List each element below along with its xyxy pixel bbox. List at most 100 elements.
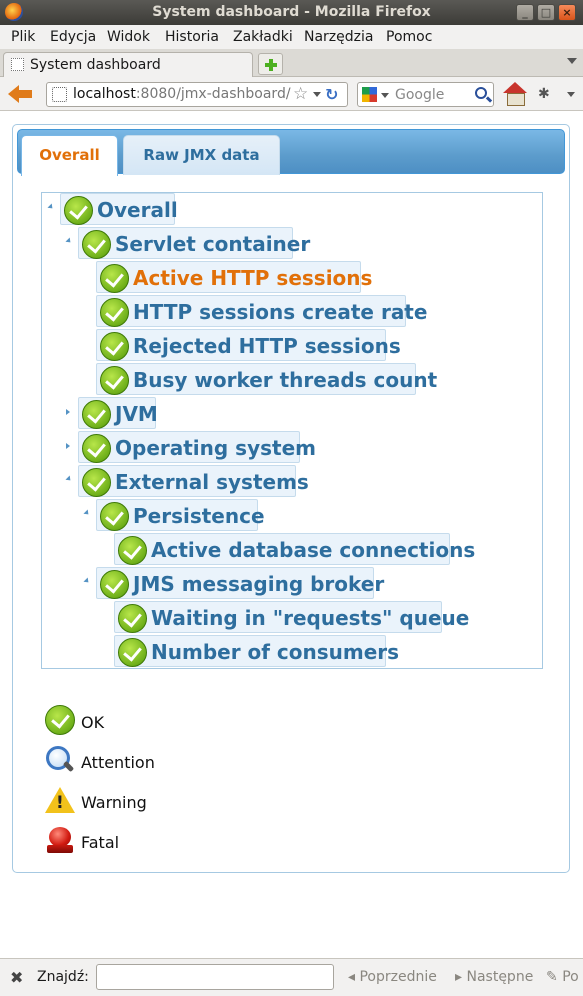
ok-icon	[45, 705, 75, 735]
tree-node[interactable]: Servlet container	[64, 227, 310, 259]
tree-node-anchor[interactable]: Waiting in "requests" queue	[114, 601, 469, 633]
google-engine-icon[interactable]	[362, 87, 377, 102]
url-history-dropdown-icon[interactable]	[313, 92, 321, 97]
legend-label: Fatal	[81, 833, 120, 852]
tree-node-anchor[interactable]: HTTP sessions create rate	[96, 295, 427, 327]
tree-node-anchor[interactable]: Busy worker threads count	[96, 363, 437, 395]
menu-zakladki[interactable]: Zakładki	[233, 29, 293, 45]
expanded-arrow-icon[interactable]	[83, 509, 91, 517]
menu-bar: Plik Edycja Widok Historia Zakładki Narz…	[0, 25, 583, 50]
tree-node-label: Active database connections	[151, 538, 476, 562]
legend-label: Warning	[81, 793, 147, 812]
tree-node[interactable]: External systems	[64, 465, 309, 497]
tree-node[interactable]: Active HTTP sessions	[82, 261, 372, 293]
menu-widok[interactable]: Widok	[107, 29, 150, 45]
close-find-bar-icon[interactable]: ✖	[10, 968, 23, 987]
menu-plik[interactable]: Plik	[11, 29, 35, 45]
tree-node-anchor[interactable]: Persistence	[96, 499, 265, 531]
tree-node[interactable]: Number of consumers	[100, 635, 399, 667]
legend-ok: OK	[45, 705, 245, 737]
menu-pomoc[interactable]: Pomoc	[386, 29, 432, 45]
url-rest: :8080/jmx-dashboard/	[135, 86, 291, 102]
tree-node[interactable]: Persistence	[82, 499, 266, 531]
expanded-arrow-icon[interactable]	[83, 577, 91, 585]
tree-node[interactable]: Waiting in "requests" queue	[100, 601, 469, 633]
tree-node-label: JMS messaging broker	[133, 572, 385, 596]
search-box[interactable]: Google	[357, 82, 494, 107]
tree-node-label: Number of consumers	[151, 640, 400, 664]
tree-node-label: Servlet container	[115, 232, 311, 256]
window-titlebar: System dashboard - Mozilla Firefox _ □ ×	[0, 0, 583, 25]
menu-narzedzia[interactable]: Narzędzia	[304, 29, 373, 45]
tree-node-anchor[interactable]: Number of consumers	[114, 635, 399, 667]
menu-historia[interactable]: Historia	[165, 29, 219, 45]
expanded-arrow-icon[interactable]	[65, 475, 73, 483]
tree-node[interactable]: Active database connections	[100, 533, 475, 565]
tab-list-chevron-icon[interactable]	[567, 58, 577, 64]
tree-node-label: Rejected HTTP sessions	[133, 334, 401, 358]
tree-node[interactable]: HTTP sessions create rate	[82, 295, 427, 327]
tree-node[interactable]: JVM	[64, 397, 164, 429]
ok-status-icon	[82, 434, 111, 463]
home-icon[interactable]	[503, 82, 527, 106]
highlight-label: Po	[562, 969, 579, 985]
expanded-arrow-icon[interactable]	[47, 203, 55, 211]
tree-node-anchor[interactable]: JVM	[78, 397, 158, 429]
tree-node[interactable]: Overall	[46, 193, 183, 225]
tab-raw-jmx-data[interactable]: Raw JMX data	[123, 135, 280, 175]
search-icon[interactable]	[475, 87, 487, 99]
legend-attention: Attention	[45, 745, 245, 777]
tree-node-anchor[interactable]: Active database connections	[114, 533, 475, 565]
site-identity-icon[interactable]	[52, 87, 67, 102]
toolbar-overflow-chevron-icon[interactable]	[567, 92, 575, 97]
tree-node-anchor[interactable]: Overall	[60, 193, 178, 225]
close-window-button[interactable]: ×	[558, 4, 576, 21]
tree-node-anchor[interactable]: External systems	[78, 465, 309, 497]
legend-fatal: Fatal	[45, 825, 245, 857]
legend-label: Attention	[81, 753, 155, 772]
find-input[interactable]	[96, 964, 334, 990]
browser-tab-strip: System dashboard	[0, 50, 583, 77]
tree-node[interactable]: JMS messaging broker	[82, 567, 384, 599]
tree-node-anchor[interactable]: Active HTTP sessions	[96, 261, 372, 293]
find-previous-button[interactable]: ◂ Poprzednie	[348, 969, 437, 985]
ok-status-icon	[100, 264, 129, 293]
ok-status-icon	[64, 196, 93, 225]
back-button[interactable]	[8, 83, 36, 105]
find-next-button[interactable]: ▸ Następne	[455, 969, 533, 985]
tree-node-anchor[interactable]: Servlet container	[78, 227, 310, 259]
minimize-button[interactable]: _	[516, 4, 534, 21]
tree-node[interactable]: Operating system	[64, 431, 316, 463]
bookmark-star-icon[interactable]: ☆	[293, 84, 308, 104]
url-text[interactable]: localhost:8080/jmx-dashboard/	[73, 86, 291, 102]
ok-status-icon	[100, 332, 129, 361]
maximize-button[interactable]: □	[537, 4, 555, 21]
collapsed-arrow-icon[interactable]	[66, 443, 70, 449]
page-favicon-icon	[11, 58, 24, 71]
page-content: Overall Raw JMX data Overall Servlet cont…	[0, 112, 583, 958]
tree-node-label: Operating system	[115, 436, 316, 460]
tree-node-anchor[interactable]: JMS messaging broker	[96, 567, 384, 599]
find-label: Znajdź:	[37, 969, 89, 985]
tree-node[interactable]: Busy worker threads count	[82, 363, 437, 395]
browser-tab[interactable]: System dashboard	[3, 52, 253, 77]
tab-overall[interactable]: Overall	[21, 135, 118, 176]
url-bar[interactable]: localhost:8080/jmx-dashboard/ ☆ ↻	[46, 82, 348, 107]
find-bar: ✖ Znajdź: ◂ Poprzednie ▸ Następne ✎ Po	[0, 958, 583, 996]
ok-status-icon	[100, 298, 129, 327]
menu-edycja[interactable]: Edycja	[50, 29, 96, 45]
tree-node-anchor[interactable]: Operating system	[78, 431, 316, 463]
tree-node-anchor[interactable]: Rejected HTTP sessions	[96, 329, 401, 361]
bug-icon[interactable]: ✱	[538, 86, 550, 102]
reload-icon[interactable]: ↻	[325, 85, 338, 104]
expanded-arrow-icon[interactable]	[65, 237, 73, 245]
collapsed-arrow-icon[interactable]	[66, 409, 70, 415]
search-engine-dropdown-icon[interactable]	[381, 93, 389, 98]
highlight-all-button[interactable]: ✎ Po	[546, 969, 579, 985]
ok-status-icon	[118, 536, 147, 565]
tree-node[interactable]: Rejected HTTP sessions	[82, 329, 401, 361]
legend-label: OK	[81, 713, 105, 732]
find-next-label: Następne	[466, 969, 534, 985]
new-tab-button[interactable]	[258, 53, 283, 75]
find-previous-label: Poprzednie	[359, 969, 437, 985]
